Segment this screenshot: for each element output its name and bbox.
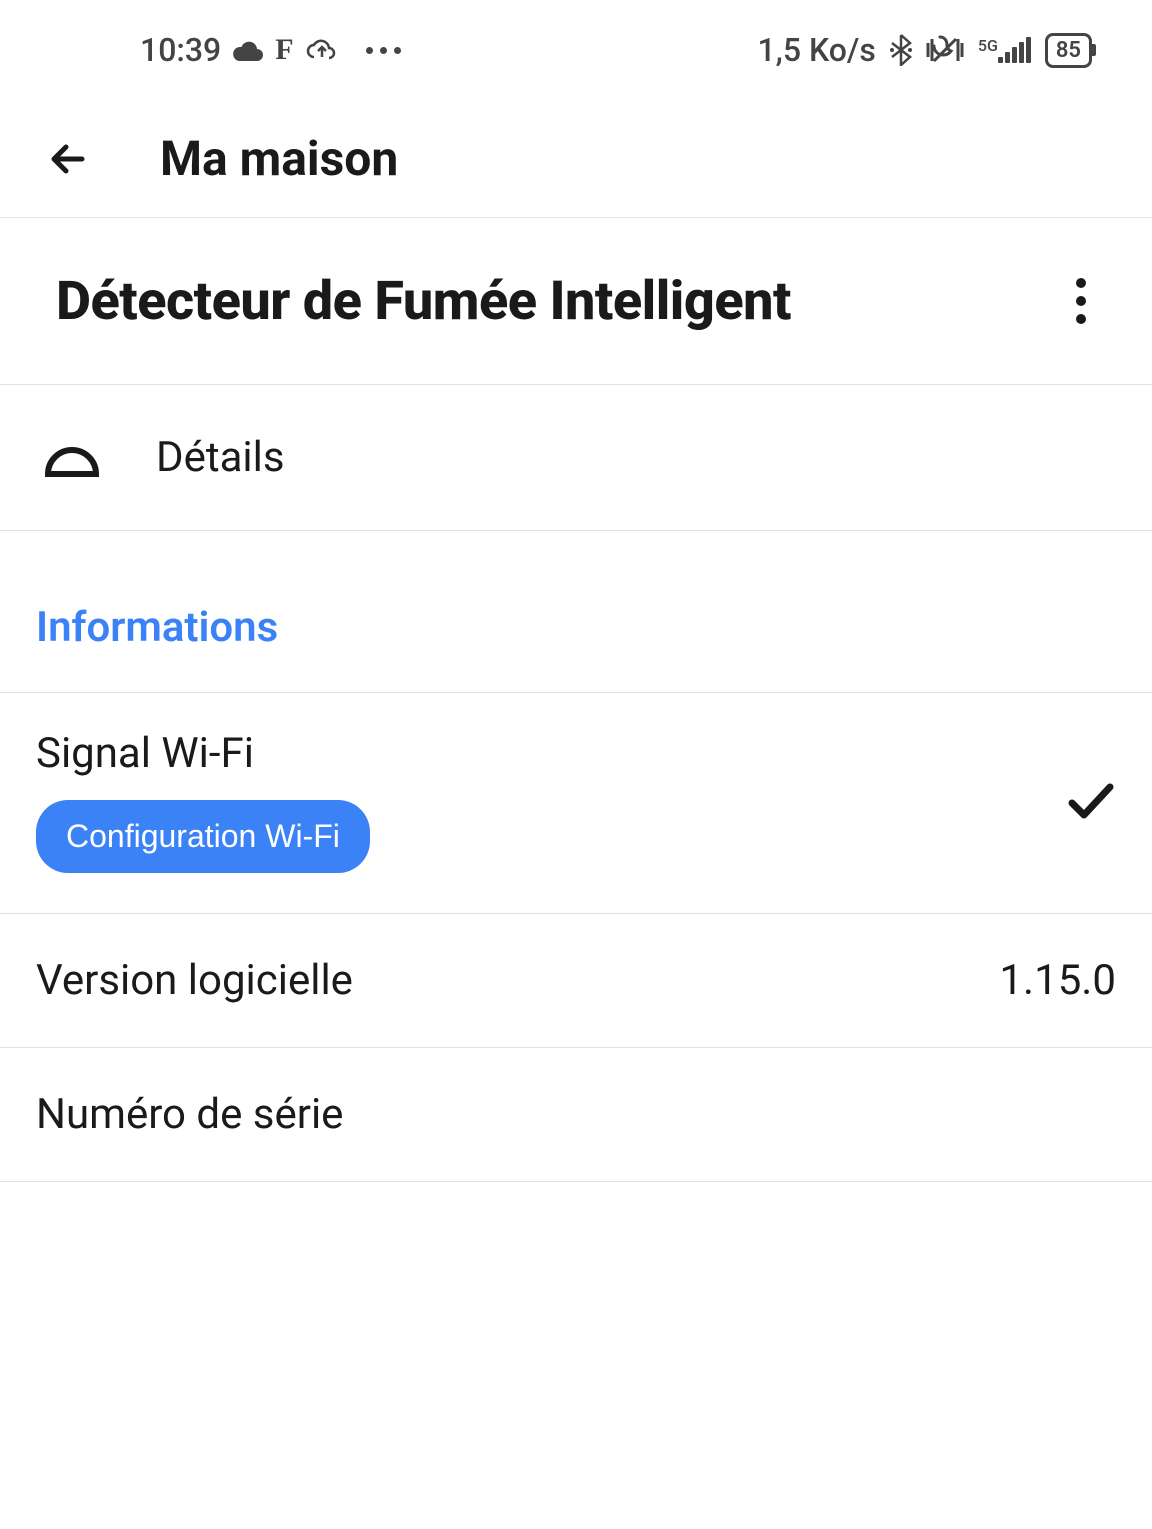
status-bar: 10:39 F 1,5 Ko/s 5G [0,0,1152,100]
details-label: Détails [156,433,285,482]
software-version-label: Version logicielle [36,956,353,1005]
details-row[interactable]: Détails [0,385,1152,531]
battery-icon: 85 [1045,33,1092,68]
status-left: 10:39 F [140,31,401,69]
gauge-icon [42,438,102,478]
vibrate-icon [926,33,964,67]
signal-icon [998,37,1031,63]
software-version-value: 1.15.0 [999,956,1116,1005]
bluetooth-icon [890,34,912,66]
status-time: 10:39 [140,31,221,69]
device-title: Détecteur de Fumée Intelligent [56,270,791,333]
wifi-config-button[interactable]: Configuration Wi-Fi [36,800,370,873]
nav-title: Ma maison [160,130,398,187]
wifi-label: Signal Wi-Fi [36,729,370,778]
back-button[interactable] [48,139,88,179]
more-notifications-icon [366,47,401,54]
status-right: 1,5 Ko/s 5G 85 [757,31,1092,69]
nav-header: Ma maison [0,100,1152,217]
network-type: 5G [978,37,1031,63]
serial-number-row[interactable]: Numéro de série [0,1048,1152,1182]
status-data-rate: 1,5 Ko/s [757,31,875,69]
cloud-icon [233,39,263,61]
wifi-row: Signal Wi-Fi Configuration Wi-Fi [0,693,1152,914]
cloud-upload-icon [306,37,338,63]
software-version-row[interactable]: Version logicielle 1.15.0 [0,914,1152,1048]
device-header: Détecteur de Fumée Intelligent [0,218,1152,385]
check-icon [1066,781,1116,821]
f-app-icon: F [275,33,293,67]
serial-number-label: Numéro de série [36,1090,343,1139]
section-informations: Informations [0,531,1152,693]
more-menu-button[interactable] [1066,268,1096,334]
